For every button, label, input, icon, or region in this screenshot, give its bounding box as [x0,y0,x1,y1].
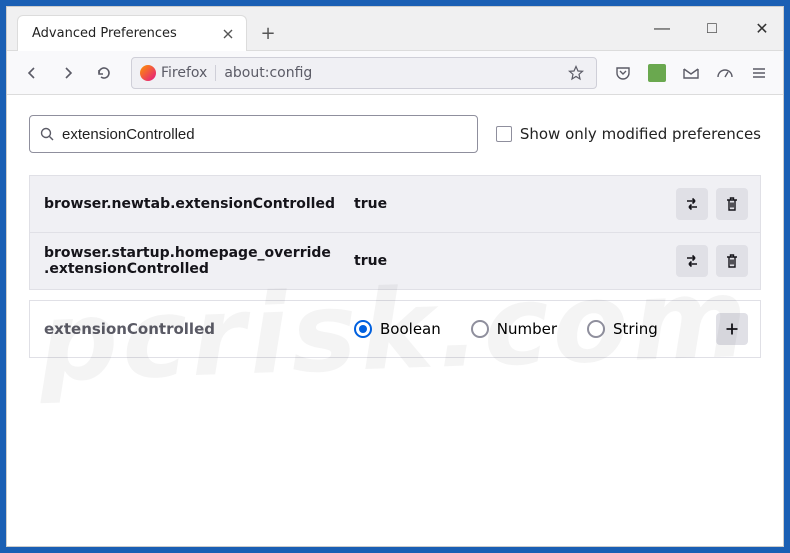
preference-list: browser.newtab.extensionControlled true … [29,175,761,290]
swap-icon [684,196,700,212]
nav-toolbar: Firefox about:config [7,51,783,95]
back-button[interactable] [17,58,47,88]
tab-title: Advanced Preferences [32,26,212,41]
preference-value: true [354,196,666,212]
new-tab-button[interactable]: + [253,18,283,48]
trash-icon [725,196,739,212]
add-preference-button[interactable] [716,313,748,345]
pocket-icon[interactable] [609,59,637,87]
show-modified-label: Show only modified preferences [520,125,761,143]
radio-label: Boolean [380,320,441,338]
window-controls: — □ ✕ [647,7,783,50]
preference-row[interactable]: browser.newtab.extensionControlled true [30,176,760,233]
preference-actions [676,245,748,277]
browser-window: Advanced Preferences + — □ ✕ Firefox abo [6,6,784,547]
search-row: Show only modified preferences [29,115,761,153]
delete-button[interactable] [716,188,748,220]
preference-name: browser.newtab.extensionControlled [44,196,344,212]
radio-boolean[interactable]: Boolean [354,320,441,338]
radio-icon [587,320,605,338]
maximize-button[interactable]: □ [697,20,727,38]
reload-button[interactable] [89,58,119,88]
url-text: about:config [224,65,556,81]
browser-tab[interactable]: Advanced Preferences [17,15,247,51]
radio-number[interactable]: Number [471,320,557,338]
radio-label: String [613,320,658,338]
new-preference-name: extensionControlled [44,320,344,338]
extension-badge-icon [648,64,666,82]
radio-string[interactable]: String [587,320,658,338]
preference-row[interactable]: browser.startup.homepage_override.extens… [30,233,760,289]
bookmark-star-icon[interactable] [564,65,588,81]
title-bar: Advanced Preferences + — □ ✕ [7,7,783,51]
hamburger-menu-icon[interactable] [745,59,773,87]
preference-actions [676,188,748,220]
firefox-logo-icon [140,65,156,81]
close-tab-button[interactable] [220,26,236,42]
radio-label: Number [497,320,557,338]
search-icon [40,127,54,141]
forward-button[interactable] [53,58,83,88]
delete-button[interactable] [716,245,748,277]
url-identity[interactable]: Firefox [140,65,216,81]
checkbox-icon [496,126,512,142]
dashboard-icon[interactable] [711,59,739,87]
trash-icon [725,253,739,269]
mail-icon[interactable] [677,59,705,87]
extension-icon[interactable] [643,59,671,87]
preference-value: true [354,253,666,269]
toggle-button[interactable] [676,245,708,277]
radio-icon [354,320,372,338]
content-area: pcrisk.com Show only modified preference… [7,95,783,546]
url-bar[interactable]: Firefox about:config [131,57,597,89]
show-modified-toggle[interactable]: Show only modified preferences [496,125,761,143]
preference-name: browser.startup.homepage_override.extens… [44,245,344,277]
toggle-button[interactable] [676,188,708,220]
url-prefix-label: Firefox [161,65,207,81]
search-input[interactable] [62,126,467,143]
new-preference-row: extensionControlled Boolean Number Strin… [29,300,761,358]
radio-icon [471,320,489,338]
type-radio-group: Boolean Number String [354,320,706,338]
search-box[interactable] [29,115,478,153]
close-window-button[interactable]: ✕ [747,19,777,39]
plus-icon [725,322,739,336]
minimize-button[interactable]: — [647,20,677,38]
swap-icon [684,253,700,269]
